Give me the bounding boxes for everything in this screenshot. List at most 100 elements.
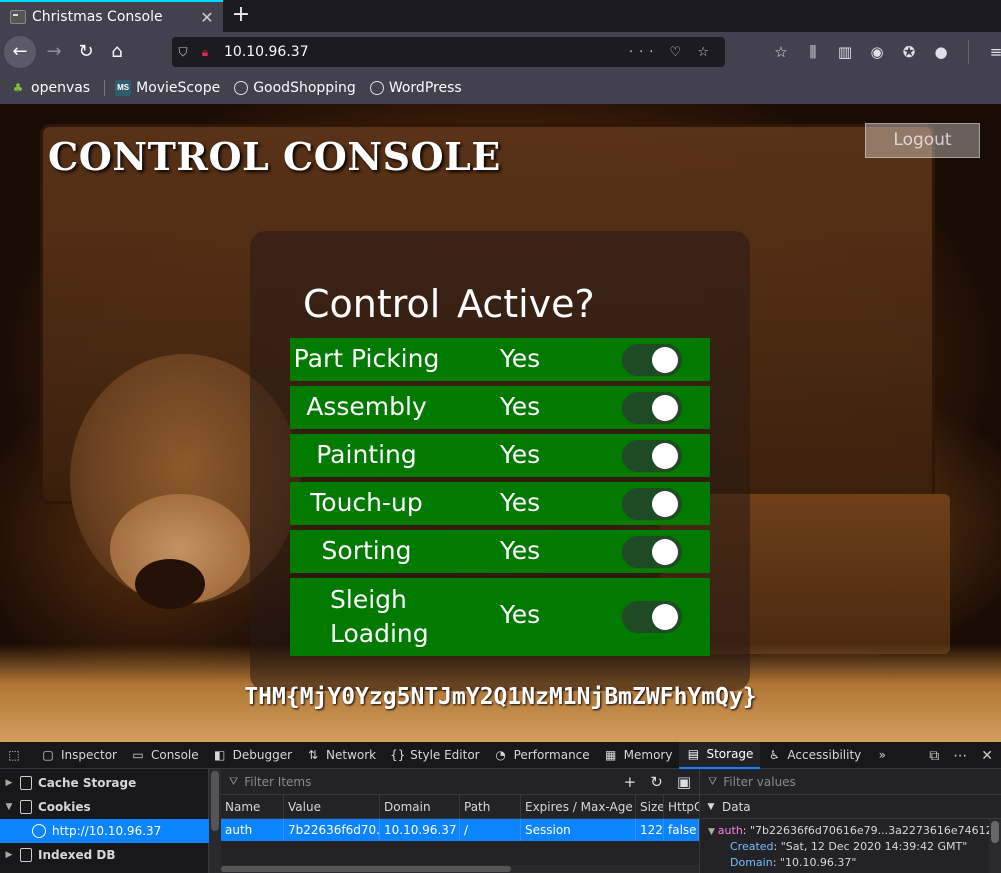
cookie-size[interactable]: 122 xyxy=(636,819,664,841)
close-devtools-icon[interactable]: ✕ xyxy=(981,748,993,764)
table-horizontal-scrollbar[interactable] xyxy=(221,865,699,873)
bookmark-moviescope[interactable]: MS MovieScope xyxy=(115,80,220,96)
column-expires[interactable]: Expires / Max-Age xyxy=(521,795,636,818)
chevron-right-icon[interactable]: ▶ xyxy=(2,850,16,860)
tree-item-indexed-db[interactable]: ▶ Indexed DB xyxy=(0,843,209,867)
openvas-icon: ♣ xyxy=(12,81,24,95)
column-header-control: Control xyxy=(303,282,441,326)
tab-performance[interactable]: ◔ Performance xyxy=(487,742,597,769)
filter-items-input[interactable]: ⛛ Filter Items + ↻ ▣ xyxy=(221,769,699,795)
control-toggle[interactable] xyxy=(622,392,682,424)
tab-accessibility[interactable]: ♿︎ Accessibility xyxy=(760,742,868,769)
debugger-icon: ◧ xyxy=(213,748,226,762)
cookie-expires[interactable]: Session xyxy=(521,819,636,841)
shield-icon[interactable]: ⛉ xyxy=(172,45,194,60)
toggle-sidebar-icon[interactable]: ▣ xyxy=(677,773,691,791)
bookmark-star-icon[interactable]: ☆ xyxy=(770,40,792,64)
tab-storage[interactable]: ▤ Storage xyxy=(679,741,761,769)
control-toggle[interactable] xyxy=(622,344,682,376)
tree-label: Cache Storage xyxy=(38,776,137,790)
page-content: CONTROL CONSOLE Logout Control Active? P… xyxy=(0,104,1001,742)
new-tab-button[interactable]: + xyxy=(228,2,254,30)
data-key: Created xyxy=(730,840,774,853)
column-name[interactable]: Name xyxy=(221,795,284,818)
data-key: Domain xyxy=(730,856,773,869)
data-domain-line[interactable]: Domain: "10.10.96.37" xyxy=(700,855,990,871)
data-section-header[interactable]: ▼ Data xyxy=(700,795,1001,819)
control-row: Sorting Yes xyxy=(290,530,710,573)
bookmark-wordpress[interactable]: WordPress xyxy=(369,80,462,96)
home-button[interactable]: ⌂ xyxy=(101,36,133,68)
library-icon[interactable]: ⫼ xyxy=(802,40,824,64)
chevron-right-icon[interactable]: ▶ xyxy=(2,778,16,788)
bookmark-label: MovieScope xyxy=(136,80,221,96)
menu-icon[interactable]: ≡ xyxy=(985,40,1001,64)
column-domain[interactable]: Domain xyxy=(380,795,460,818)
control-toggle[interactable] xyxy=(622,440,682,472)
bookmark-openvas[interactable]: ♣ openvas xyxy=(10,80,91,96)
cookie-path[interactable]: / xyxy=(460,819,521,841)
insecure-lock-icon[interactable]: 🔒︎ xyxy=(194,45,216,60)
data-created-line[interactable]: Created: "Sat, 12 Dec 2020 14:39:42 GMT" xyxy=(700,839,990,855)
scrollbar-thumb[interactable] xyxy=(211,771,219,831)
cookie-httponly[interactable]: false xyxy=(664,819,699,841)
column-value[interactable]: Value xyxy=(284,795,380,818)
devtools-window-controls: ⧉ ⋯ ✕ xyxy=(929,742,993,769)
tab-style-editor[interactable]: {} Style Editor xyxy=(383,742,486,769)
tree-item-cookies[interactable]: ▼ Cookies xyxy=(0,795,209,819)
forward-button[interactable]: → xyxy=(38,36,70,68)
chevron-down-icon[interactable]: ▼ xyxy=(2,802,16,812)
tab-close-icon[interactable]: ✕ xyxy=(197,8,217,27)
more-tabs-button[interactable]: » xyxy=(868,742,902,769)
tree-item-cookie-host[interactable]: http://10.10.96.37 xyxy=(0,819,209,843)
column-httponly[interactable]: HttpO xyxy=(664,795,699,818)
cookie-extension-icon[interactable]: ● xyxy=(930,40,952,64)
account-icon[interactable]: ◉ xyxy=(866,40,888,64)
reload-button[interactable]: ↻ xyxy=(70,36,102,68)
tab-memory[interactable]: ▦ Memory xyxy=(597,742,680,769)
control-row: Painting Yes xyxy=(290,434,710,477)
sidebar-icon[interactable]: ▥ xyxy=(834,40,856,64)
network-icon: ⇅ xyxy=(308,748,319,762)
tab-debugger[interactable]: ◧ Debugger xyxy=(206,742,299,769)
control-toggle[interactable] xyxy=(622,488,682,520)
column-size[interactable]: Size xyxy=(636,795,664,818)
tab-label: Debugger xyxy=(232,748,293,762)
extension-icon[interactable]: ✪ xyxy=(898,40,920,64)
chevron-down-icon[interactable]: ▼ xyxy=(704,802,718,812)
bookmark-separator xyxy=(104,80,106,96)
tree-item-cache-storage[interactable]: ▶ Cache Storage xyxy=(0,771,209,795)
bookmark-goodshopping[interactable]: GoodShopping xyxy=(234,80,356,96)
column-header-active: Active? xyxy=(457,282,595,326)
scrollbar-thumb[interactable] xyxy=(221,866,511,872)
tree-scrollbar[interactable] xyxy=(209,769,221,873)
tab-title: Christmas Console xyxy=(32,9,163,25)
tab-network[interactable]: ⇅ Network xyxy=(299,742,383,769)
tab-console[interactable]: ▭ Console xyxy=(124,742,206,769)
add-item-icon[interactable]: + xyxy=(624,773,637,791)
more-options-icon[interactable]: ⋯ xyxy=(953,748,967,764)
tree-label: Indexed DB xyxy=(38,848,116,862)
refresh-icon[interactable]: ↻ xyxy=(650,773,663,791)
scrollbar-thumb[interactable] xyxy=(991,821,999,843)
chevron-down-icon[interactable]: ▼ xyxy=(708,827,718,837)
control-toggle[interactable] xyxy=(622,536,682,568)
url-bar[interactable]: ⛉ 🔒︎ 10.10.96.37 ··· ♡ ☆ xyxy=(172,37,725,67)
filter-values-input[interactable]: ⛛ Filter values xyxy=(700,769,1001,795)
element-picker-button[interactable]: ⬚ xyxy=(0,742,34,769)
url-text[interactable]: 10.10.96.37 xyxy=(224,44,629,60)
page-actions-icons[interactable]: ··· ♡ ☆ xyxy=(629,45,715,60)
column-path[interactable]: Path xyxy=(460,795,521,818)
table-row[interactable]: auth 7b22636f6d70... 10.10.96.37 / Sessi… xyxy=(221,819,699,841)
cookie-value[interactable]: 7b22636f6d70... xyxy=(284,819,380,841)
control-toggle[interactable] xyxy=(622,601,682,633)
dock-icon[interactable]: ⧉ xyxy=(929,748,939,764)
back-button[interactable]: ← xyxy=(4,36,36,68)
data-auth-line[interactable]: ▼ auth: "7b22636f6d70616e79...3a2273616e… xyxy=(700,823,990,839)
tab-inspector[interactable]: ▢ Inspector xyxy=(34,742,124,769)
cookie-domain[interactable]: 10.10.96.37 xyxy=(380,819,460,841)
logout-button[interactable]: Logout xyxy=(865,123,980,158)
browser-tab[interactable]: Christmas Console ✕ xyxy=(0,0,223,32)
sidebar-scrollbar[interactable] xyxy=(989,819,1001,873)
cookie-name[interactable]: auth xyxy=(221,819,284,841)
